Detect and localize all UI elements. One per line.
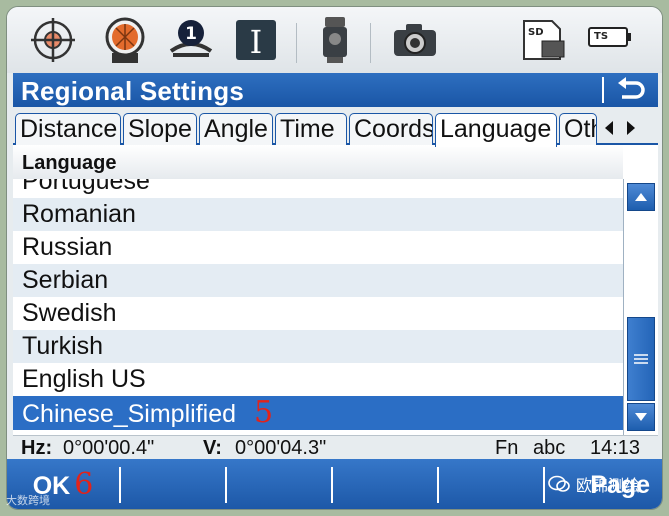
tab-coords[interactable]: Coords — [349, 113, 433, 145]
tab-language[interactable]: Language — [435, 113, 557, 147]
watermark-left: 大数跨境 — [6, 495, 50, 507]
list-item-label: Swedish — [22, 299, 117, 327]
list-item-label: Russian — [22, 233, 113, 261]
softkey-2[interactable] — [121, 459, 225, 509]
battery-icon: TS — [587, 7, 633, 73]
language-list: Language Portuguese Romanian Russian Ser… — [13, 145, 658, 435]
face-indicator-icon[interactable]: 1 — [165, 7, 217, 73]
tab-scroll-left-icon[interactable] — [599, 113, 619, 143]
selected-marker: 5 — [254, 395, 274, 430]
battery-label: TS — [594, 31, 609, 42]
face-number: 1 — [185, 24, 197, 44]
tab-distance[interactable]: Distance — [15, 113, 121, 145]
page-title: Regional Settings — [21, 76, 244, 106]
sd-label: SD — [528, 27, 544, 38]
list-item-label: Turkish — [22, 332, 104, 360]
back-arrow-icon — [618, 77, 645, 99]
arrow-down-icon — [635, 413, 647, 421]
scroll-up-button[interactable] — [627, 183, 655, 211]
scroll-down-button[interactable] — [627, 403, 655, 431]
sd-card-icon[interactable]: SD — [519, 7, 569, 73]
fn-indicator: Fn — [495, 437, 519, 459]
list-item[interactable]: Turkish — [13, 330, 623, 363]
prism-icon[interactable] — [99, 7, 151, 73]
toolbar: 1 I SD TS — [7, 7, 662, 73]
total-station-icon[interactable] — [312, 7, 358, 73]
watermark-right-text: 欧锦测绘 — [576, 478, 641, 495]
tab-slope[interactable]: Slope — [123, 113, 197, 145]
softkey-4[interactable] — [333, 459, 437, 509]
list-item-label: Portuguese — [22, 179, 150, 195]
tab-bar: Distance Slope Angle Time Coords Languag… — [13, 107, 658, 147]
tab-other[interactable]: Oth — [559, 113, 597, 145]
tab-angle[interactable]: Angle — [199, 113, 273, 145]
list-item[interactable]: Romanian — [13, 198, 623, 231]
target-icon[interactable] — [27, 7, 79, 73]
list-item-selected[interactable]: Chinese_Simplified 5 — [13, 396, 623, 430]
toolbar-divider — [370, 23, 371, 63]
v-label: V: — [203, 437, 222, 459]
list-rows[interactable]: Portuguese Romanian Russian Serbian Swed… — [13, 179, 623, 435]
list-item[interactable]: English US — [13, 363, 623, 396]
clock: 14:13 — [590, 437, 641, 459]
list-item[interactable]: Russian — [13, 231, 623, 264]
scroll-thumb[interactable] — [627, 317, 655, 401]
tab-scroll-right-icon[interactable] — [621, 113, 641, 143]
list-item[interactable]: Portuguese — [13, 179, 623, 198]
title-divider — [602, 77, 604, 103]
toolbar-divider — [296, 23, 297, 63]
device-screen: 1 I SD TS Regional Settings Distance Slo… — [6, 6, 663, 510]
softkey-3[interactable] — [227, 459, 331, 509]
back-button[interactable] — [612, 76, 650, 104]
input-mode-indicator: abc — [533, 437, 566, 459]
svg-text:I: I — [250, 23, 263, 61]
wechat-icon — [548, 475, 570, 492]
list-item[interactable]: Serbian — [13, 264, 623, 297]
softkey-divider — [543, 467, 545, 503]
tab-time[interactable]: Time — [275, 113, 347, 145]
list-item[interactable]: Swedish — [13, 297, 623, 330]
title-bar: Regional Settings — [13, 73, 658, 107]
list-item-label: Serbian — [22, 266, 109, 294]
input-cursor-icon[interactable]: I — [231, 7, 281, 73]
watermark-right: 欧锦测绘 — [548, 472, 640, 496]
list-item-label: Romanian — [22, 200, 136, 228]
grip-icon — [634, 354, 648, 364]
hz-label: Hz: — [21, 437, 53, 459]
list-item-label: Chinese_Simplified — [22, 400, 237, 428]
list-header: Language — [13, 145, 623, 179]
list-item-label: English US — [22, 365, 146, 393]
softkey-5[interactable] — [439, 459, 543, 509]
list-scrollbar[interactable] — [623, 179, 658, 435]
hz-value: 0°00'00.4" — [63, 437, 155, 459]
arrow-up-icon — [635, 193, 647, 201]
v-value: 0°00'04.3" — [235, 437, 327, 459]
camera-icon[interactable] — [387, 7, 443, 73]
ok-marker: 6 — [74, 467, 94, 502]
status-bar: Hz: 0°00'00.4" V: 0°00'04.3" Fn abc 14:1… — [13, 435, 658, 459]
